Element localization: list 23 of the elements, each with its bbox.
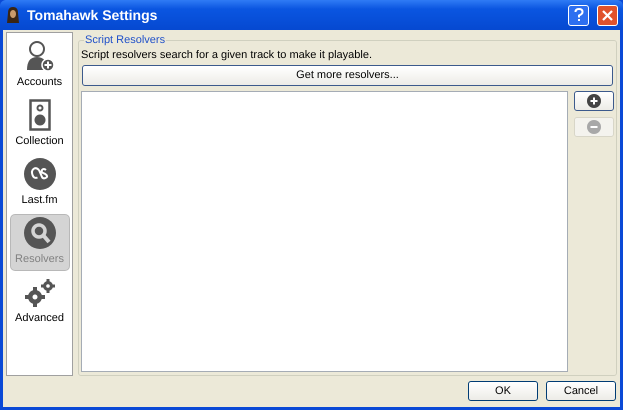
minus-icon bbox=[587, 120, 601, 134]
sidebar-item[interactable]: Collection bbox=[10, 96, 70, 153]
get-more-resolvers-button[interactable]: Get more resolvers... bbox=[82, 65, 613, 86]
description: Script resolvers search for a given track to make it playable. bbox=[81, 48, 374, 62]
close-button[interactable] bbox=[597, 4, 618, 26]
user-add-icon bbox=[24, 40, 54, 72]
window-title: Tomahawk Settings bbox=[27, 6, 158, 25]
speaker-icon bbox=[28, 98, 50, 130]
help-icon bbox=[574, 8, 584, 22]
help-button[interactable] bbox=[568, 4, 589, 26]
gears-icon bbox=[24, 278, 56, 308]
dialog-button[interactable]: Cancel bbox=[546, 381, 616, 401]
plus-icon bbox=[587, 94, 601, 108]
group-title: Script Resolvers bbox=[84, 33, 166, 47]
sidebar-item[interactable]: Advanced bbox=[10, 273, 70, 330]
app-icon bbox=[5, 6, 21, 24]
lastfm-icon bbox=[24, 158, 56, 190]
sidebar-item[interactable]: Last.fm bbox=[10, 155, 70, 212]
search-icon bbox=[24, 216, 56, 248]
add-button[interactable] bbox=[574, 91, 614, 111]
sidebar-item[interactable]: Accounts bbox=[10, 37, 70, 94]
dialog-button[interactable]: OK bbox=[468, 381, 538, 401]
close-icon bbox=[602, 10, 613, 20]
